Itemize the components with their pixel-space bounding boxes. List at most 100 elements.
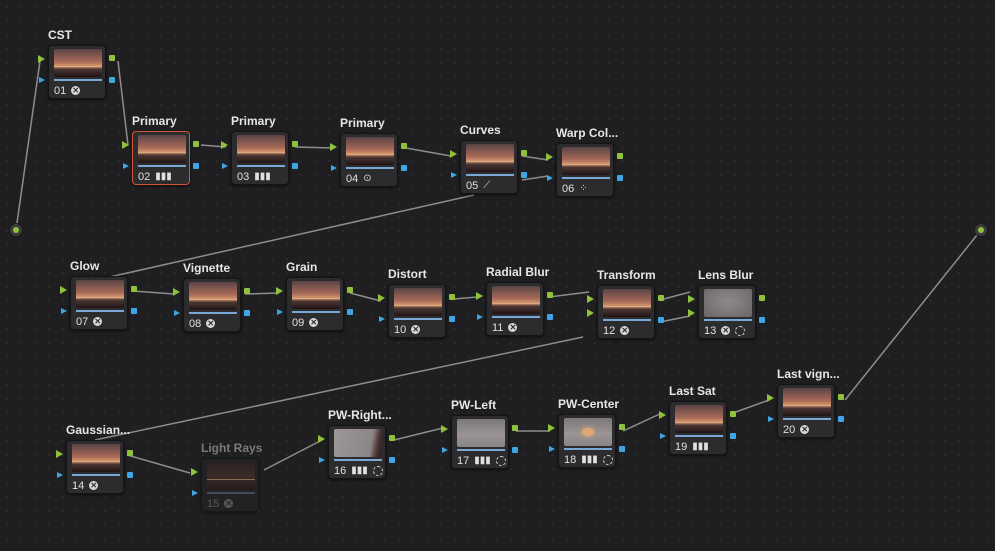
- rgb-input-port[interactable]: [330, 143, 337, 151]
- key-output-port[interactable]: [547, 314, 553, 320]
- node-body[interactable]: 08 ✕: [183, 278, 241, 332]
- node-body[interactable]: 06 ⁘: [556, 143, 614, 197]
- key-input-port[interactable]: [39, 77, 45, 83]
- key-output-port[interactable]: [730, 433, 736, 439]
- key-output-port[interactable]: [193, 163, 199, 169]
- rgb-input-port-2[interactable]: [587, 309, 594, 317]
- node-body[interactable]: 18 ▮▮▮: [558, 414, 616, 468]
- output-rgb-terminal[interactable]: [974, 223, 988, 237]
- key-input-port[interactable]: [549, 446, 555, 452]
- rgb-output-port[interactable]: [389, 435, 395, 441]
- node-body[interactable]: 05 ⟋: [460, 140, 518, 194]
- rgb-output-port[interactable]: [759, 295, 765, 301]
- node-body[interactable]: 13 ✕: [698, 285, 756, 339]
- rgb-input-port[interactable]: [38, 55, 45, 63]
- key-output-port[interactable]: [131, 308, 137, 314]
- rgb-input-port[interactable]: [173, 288, 180, 296]
- rgb-input-port[interactable]: [378, 294, 385, 302]
- key-input-port[interactable]: [123, 163, 129, 169]
- key-output-port[interactable]: [658, 317, 664, 323]
- rgb-output-port[interactable]: [292, 141, 298, 147]
- key-output-port[interactable]: [127, 472, 133, 478]
- node-body[interactable]: 07 ✕: [70, 276, 128, 330]
- key-output-port[interactable]: [759, 317, 765, 323]
- key-input-port[interactable]: [442, 447, 448, 453]
- key-output-port[interactable]: [617, 175, 623, 181]
- node-body[interactable]: 19 ▮▮▮: [669, 401, 727, 455]
- node-body[interactable]: 15 ✕: [201, 458, 259, 512]
- rgb-input-port[interactable]: [276, 287, 283, 295]
- node-body[interactable]: 10 ✕: [388, 284, 446, 338]
- node-body[interactable]: 17 ▮▮▮: [451, 415, 509, 469]
- node-body[interactable]: 09 ✕: [286, 277, 344, 331]
- rgb-input-port[interactable]: [191, 468, 198, 476]
- key-input-port[interactable]: [192, 490, 198, 496]
- key-input-port[interactable]: [57, 472, 63, 478]
- key-output-port[interactable]: [619, 446, 625, 452]
- node-body[interactable]: 03 ▮▮▮: [231, 131, 289, 185]
- rgb-input-port[interactable]: [450, 150, 457, 158]
- key-input-port[interactable]: [331, 165, 337, 171]
- rgb-input-port[interactable]: [546, 153, 553, 161]
- key-output-port[interactable]: [838, 416, 844, 422]
- rgb-output-port[interactable]: [109, 55, 115, 61]
- rgb-output-port[interactable]: [347, 287, 353, 293]
- node-body[interactable]: 02 ▮▮▮: [132, 131, 190, 185]
- key-input-port[interactable]: [319, 457, 325, 463]
- node-body[interactable]: 16 ▮▮▮: [328, 425, 386, 479]
- key-output-port[interactable]: [521, 172, 527, 178]
- key-input-port[interactable]: [174, 310, 180, 316]
- key-output-port[interactable]: [389, 457, 395, 463]
- rgb-input-port[interactable]: [221, 141, 228, 149]
- rgb-output-port[interactable]: [521, 150, 527, 156]
- rgb-input-port-2[interactable]: [688, 309, 695, 317]
- node-body[interactable]: 14 ✕: [66, 440, 124, 494]
- rgb-output-port[interactable]: [127, 450, 133, 456]
- rgb-input-port[interactable]: [441, 425, 448, 433]
- rgb-input-port[interactable]: [122, 141, 129, 149]
- rgb-output-port[interactable]: [244, 288, 250, 294]
- rgb-input-port[interactable]: [476, 292, 483, 300]
- rgb-output-port[interactable]: [619, 424, 625, 430]
- key-output-port[interactable]: [292, 163, 298, 169]
- rgb-input-port[interactable]: [688, 295, 695, 303]
- key-output-port[interactable]: [401, 165, 407, 171]
- rgb-output-port[interactable]: [838, 394, 844, 400]
- key-input-port[interactable]: [660, 433, 666, 439]
- key-output-port[interactable]: [109, 77, 115, 83]
- rgb-input-port[interactable]: [56, 450, 63, 458]
- node-body[interactable]: 20 ✕: [777, 384, 835, 438]
- key-output-port[interactable]: [449, 316, 455, 322]
- rgb-output-port[interactable]: [617, 153, 623, 159]
- rgb-input-port[interactable]: [548, 424, 555, 432]
- rgb-output-port[interactable]: [401, 143, 407, 149]
- rgb-output-port[interactable]: [658, 295, 664, 301]
- key-output-port[interactable]: [512, 447, 518, 453]
- node-body[interactable]: 12 ✕: [597, 285, 655, 339]
- key-input-port[interactable]: [379, 316, 385, 322]
- key-input-port[interactable]: [61, 308, 67, 314]
- key-output-port[interactable]: [244, 310, 250, 316]
- key-input-port[interactable]: [222, 163, 228, 169]
- node-body[interactable]: 01 ✕: [48, 45, 106, 99]
- key-input-port[interactable]: [451, 172, 457, 178]
- key-input-port[interactable]: [277, 309, 283, 315]
- rgb-output-port[interactable]: [547, 292, 553, 298]
- rgb-input-port[interactable]: [60, 286, 67, 294]
- node-body[interactable]: 04 ⊙: [340, 133, 398, 187]
- key-input-port[interactable]: [477, 314, 483, 320]
- rgb-input-port[interactable]: [318, 435, 325, 443]
- key-output-port[interactable]: [347, 309, 353, 315]
- rgb-input-port[interactable]: [587, 295, 594, 303]
- rgb-output-port[interactable]: [512, 425, 518, 431]
- rgb-output-port[interactable]: [730, 411, 736, 417]
- rgb-output-port[interactable]: [449, 294, 455, 300]
- key-input-port[interactable]: [768, 416, 774, 422]
- node-body[interactable]: 11 ✕: [486, 282, 544, 336]
- key-input-port[interactable]: [547, 175, 553, 181]
- rgb-input-port[interactable]: [659, 411, 666, 419]
- input-rgb-terminal[interactable]: [9, 223, 23, 237]
- rgb-output-port[interactable]: [193, 141, 199, 147]
- rgb-output-port[interactable]: [131, 286, 137, 292]
- rgb-input-port[interactable]: [767, 394, 774, 402]
